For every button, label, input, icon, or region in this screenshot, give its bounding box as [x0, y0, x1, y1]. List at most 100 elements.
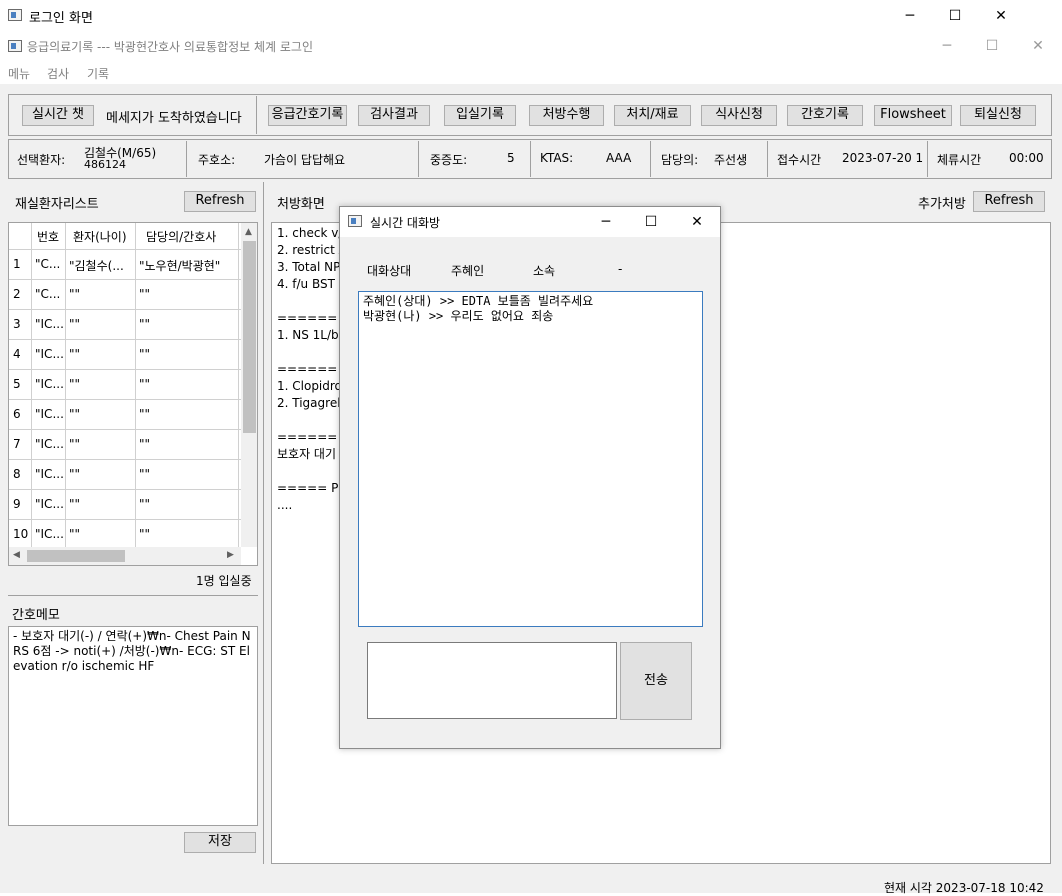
- table-cell[interactable]: "": [69, 377, 80, 391]
- er-nursing-record-button[interactable]: 응급간호기록: [268, 105, 347, 126]
- doctor-label: 담당의:: [661, 153, 699, 167]
- close-icon[interactable]: ✕: [978, 1, 1024, 31]
- complaint-label: 주호소:: [198, 153, 236, 167]
- patient-list-title: 재실환자리스트: [15, 197, 99, 212]
- discharge-request-button[interactable]: 퇴실신청: [960, 105, 1036, 126]
- table-cell[interactable]: "": [69, 287, 80, 301]
- info-divider: [927, 141, 928, 177]
- severity-label: 중증도:: [430, 153, 468, 167]
- row-number-cell[interactable]: 9: [13, 497, 21, 511]
- prescription-refresh-button[interactable]: Refresh: [973, 191, 1045, 212]
- grid-line: [135, 223, 136, 547]
- row-separator: [9, 459, 241, 460]
- main-minimize-icon[interactable]: ─: [924, 32, 970, 60]
- scrollbar-thumb[interactable]: [243, 241, 256, 433]
- table-cell[interactable]: "": [139, 377, 231, 391]
- chat-dialog[interactable]: 실시간 대화방 ─ ☐ ✕ 대화상대 주혜인 소속 - 주혜인(상대) >> E…: [339, 206, 721, 749]
- table-cell[interactable]: "": [139, 407, 231, 421]
- row-number-cell[interactable]: 7: [13, 437, 21, 451]
- chat-message-log[interactable]: 주혜인(상대) >> EDTA 보틀좀 빌려주세요 박광현(나) >> 우리도 …: [358, 291, 703, 627]
- menu-item-menu[interactable]: 메뉴: [8, 65, 30, 82]
- column-header-number[interactable]: 번호: [37, 228, 59, 245]
- main-window-title: 응급의료기록 --- 박광현간호사 의료통합정보 체계 로그인: [27, 40, 313, 54]
- table-cell[interactable]: "C...: [35, 257, 60, 271]
- table-cell[interactable]: "IC...: [35, 437, 64, 451]
- table-cell[interactable]: "노우현/박광현": [139, 257, 231, 274]
- patient-list-refresh-button[interactable]: Refresh: [184, 191, 256, 212]
- row-number-cell[interactable]: 8: [13, 467, 21, 481]
- nurse-memo-textarea[interactable]: - 보호자 대기(-) / 연락(+)₩n- Chest Pain NRS 6점…: [8, 626, 258, 826]
- chat-title-bar[interactable]: 실시간 대화방 ─ ☐ ✕: [340, 207, 720, 237]
- chat-close-icon[interactable]: ✕: [674, 207, 720, 237]
- horizontal-scrollbar[interactable]: ◀ ▶: [9, 547, 241, 565]
- table-cell[interactable]: "IC...: [35, 377, 64, 391]
- menu-item-exam[interactable]: 검사: [47, 65, 69, 82]
- table-cell[interactable]: "IC...: [35, 347, 64, 361]
- chat-title: 실시간 대화방: [370, 216, 441, 230]
- hscrollbar-thumb[interactable]: [27, 550, 125, 562]
- app-icon: [8, 9, 22, 21]
- flowsheet-button[interactable]: Flowsheet: [874, 105, 952, 126]
- add-prescription-label: 추가처방: [918, 197, 966, 212]
- table-cell[interactable]: "": [69, 407, 80, 421]
- table-cell[interactable]: "IC...: [35, 497, 64, 511]
- row-separator: [9, 339, 241, 340]
- table-cell[interactable]: "": [139, 467, 231, 481]
- chat-maximize-icon[interactable]: ☐: [628, 207, 674, 237]
- outer-title-bar[interactable]: 로그인 화면 ─ ☐ ✕: [0, 0, 1062, 32]
- row-number-cell[interactable]: 6: [13, 407, 21, 421]
- patient-grid[interactable]: 번호 환자(나이) 담당의/간호사 1 "C... "김철수(... "노우현/박광현…: [8, 222, 258, 566]
- table-cell[interactable]: "": [139, 317, 231, 331]
- info-divider: [767, 141, 768, 177]
- admission-record-button[interactable]: 입실기록: [444, 105, 516, 126]
- minimize-icon[interactable]: ─: [887, 1, 933, 31]
- maximize-icon[interactable]: ☐: [932, 1, 978, 31]
- column-header-patient[interactable]: 환자(나이): [73, 228, 127, 245]
- nursing-record-button[interactable]: 간호기록: [787, 105, 863, 126]
- prescription-exec-button[interactable]: 처방수행: [529, 105, 604, 126]
- table-cell[interactable]: "": [139, 527, 231, 541]
- column-header-staff[interactable]: 담당의/간호사: [146, 228, 216, 245]
- table-cell[interactable]: "C...: [35, 287, 60, 301]
- menu-item-record[interactable]: 기록: [87, 65, 109, 82]
- table-cell[interactable]: "": [69, 527, 80, 541]
- main-app-icon: [8, 40, 22, 52]
- test-results-button[interactable]: 검사결과: [358, 105, 430, 126]
- scroll-up-icon[interactable]: ▲: [245, 227, 252, 237]
- send-button[interactable]: 전송: [620, 642, 692, 720]
- severity-value: 5: [507, 151, 515, 165]
- table-cell[interactable]: "IC...: [35, 527, 64, 541]
- meal-request-button[interactable]: 식사신청: [701, 105, 777, 126]
- scroll-left-icon[interactable]: ◀: [13, 550, 20, 560]
- main-title-bar[interactable]: 응급의료기록 --- 박광현간호사 의료통합정보 체계 로그인 ─ ☐ ✕: [0, 32, 1062, 60]
- panel-splitter[interactable]: [263, 182, 264, 864]
- row-number-cell[interactable]: 2: [13, 287, 21, 301]
- table-cell[interactable]: "": [69, 317, 80, 331]
- table-cell[interactable]: "": [139, 287, 231, 301]
- memo-save-button[interactable]: 저장: [184, 832, 256, 853]
- table-cell[interactable]: "": [69, 437, 80, 451]
- table-cell[interactable]: "": [69, 347, 80, 361]
- vertical-scrollbar[interactable]: ▲: [241, 223, 257, 547]
- scroll-right-icon[interactable]: ▶: [227, 550, 234, 560]
- table-cell[interactable]: "IC...: [35, 407, 64, 421]
- table-cell[interactable]: "": [69, 467, 80, 481]
- table-cell[interactable]: "": [139, 497, 231, 511]
- table-cell[interactable]: "": [139, 347, 231, 361]
- chat-minimize-icon[interactable]: ─: [583, 207, 629, 237]
- chat-input[interactable]: [367, 642, 617, 719]
- row-number-cell[interactable]: 10: [13, 527, 28, 541]
- treatment-material-button[interactable]: 처치/재료: [614, 105, 691, 126]
- realtime-chat-button[interactable]: 실시간 챗: [22, 105, 94, 126]
- row-number-cell[interactable]: 1: [13, 257, 21, 271]
- main-maximize-icon[interactable]: ☐: [969, 32, 1015, 60]
- row-number-cell[interactable]: 5: [13, 377, 21, 391]
- table-cell[interactable]: "IC...: [35, 467, 64, 481]
- row-number-cell[interactable]: 3: [13, 317, 21, 331]
- main-close-icon[interactable]: ✕: [1015, 32, 1061, 60]
- table-cell[interactable]: "IC...: [35, 317, 64, 331]
- table-cell[interactable]: "김철수(...: [69, 257, 124, 274]
- row-number-cell[interactable]: 4: [13, 347, 21, 361]
- table-cell[interactable]: "": [69, 497, 80, 511]
- table-cell[interactable]: "": [139, 437, 231, 451]
